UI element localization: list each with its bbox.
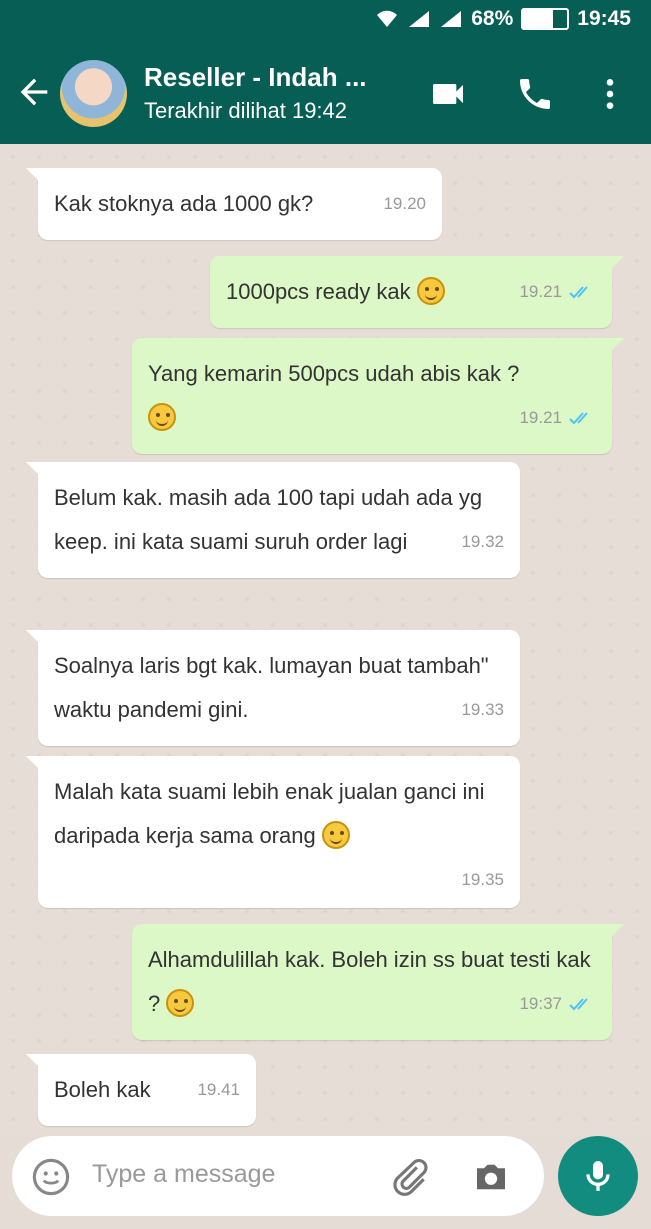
battery-percent: 68% bbox=[471, 7, 514, 30]
battery-fill bbox=[523, 10, 554, 28]
chat-header: Reseller - Indah ... Terakhir dilihat 19… bbox=[0, 42, 651, 144]
avatar[interactable] bbox=[60, 60, 127, 127]
wifi-icon bbox=[377, 10, 398, 28]
outgoing-message[interactable]: 1000pcs ready kak 19.21 bbox=[210, 256, 624, 328]
message-text: Malah kata suami lebih enak jualan ganci… bbox=[54, 779, 485, 848]
message-time: 19:37 bbox=[519, 994, 562, 1013]
message-time: 19.33 bbox=[461, 700, 504, 719]
camera-icon[interactable] bbox=[470, 1156, 512, 1198]
video-call-icon[interactable] bbox=[428, 74, 468, 114]
signal-icon-2 bbox=[441, 11, 462, 27]
incoming-message[interactable]: Belum kak. masih ada 100 tapi udah ada y… bbox=[26, 462, 520, 578]
message-time: 19.21 bbox=[519, 408, 562, 427]
outgoing-message[interactable]: Yang kemarin 500pcs udah abis kak ? 19.2… bbox=[132, 338, 624, 454]
message-meta: 19.35 bbox=[461, 866, 504, 894]
read-ticks-icon bbox=[569, 286, 588, 299]
message-meta: 19.33 bbox=[461, 696, 504, 724]
microphone-icon bbox=[586, 1161, 610, 1191]
smiling-face-emoji-icon bbox=[166, 989, 195, 1017]
message-text: 1000pcs ready kak bbox=[226, 279, 411, 304]
message-time: 19.20 bbox=[383, 194, 426, 213]
last-seen-status: Terakhir dilihat 19:42 bbox=[144, 98, 348, 123]
message-text: Kak stoknya ada 1000 gk? bbox=[54, 191, 314, 216]
attach-icon[interactable] bbox=[388, 1156, 430, 1198]
voice-record-button[interactable] bbox=[558, 1136, 638, 1216]
outgoing-message[interactable]: Alhamdulillah kak. Boleh izin ss buat te… bbox=[132, 924, 624, 1040]
incoming-message[interactable]: Soalnya laris bgt kak. lumayan buat tamb… bbox=[26, 630, 520, 746]
contact-name[interactable]: Reseller - Indah ... bbox=[144, 62, 367, 93]
status-bar: 68% 19:45 bbox=[0, 0, 651, 42]
battery-icon bbox=[521, 8, 570, 30]
back-arrow-icon[interactable] bbox=[14, 72, 54, 112]
message-input[interactable]: Type a message bbox=[92, 1160, 275, 1189]
emoji-icon[interactable] bbox=[30, 1156, 72, 1198]
read-ticks-icon bbox=[569, 998, 588, 1011]
message-meta: 19.21 bbox=[519, 278, 596, 306]
read-ticks-icon bbox=[569, 412, 588, 425]
message-meta: 19.41 bbox=[197, 1076, 240, 1104]
message-meta: 19.32 bbox=[461, 528, 504, 556]
message-composer: Type a message bbox=[12, 1136, 544, 1216]
more-options-icon[interactable] bbox=[590, 74, 630, 114]
message-text: Yang kemarin 500pcs udah abis kak ? bbox=[148, 361, 520, 386]
message-time: 19.32 bbox=[461, 532, 504, 551]
message-text: Boleh kak bbox=[54, 1077, 151, 1102]
message-meta: 19:37 bbox=[519, 990, 596, 1018]
message-list[interactable]: Kak stoknya ada 1000 gk? 19.20 1000pcs r… bbox=[0, 144, 651, 1134]
smiling-face-emoji-icon bbox=[416, 277, 445, 305]
message-meta: 19.20 bbox=[383, 190, 426, 218]
message-time: 19.21 bbox=[519, 282, 562, 301]
smiling-face-emoji-icon bbox=[148, 403, 176, 431]
incoming-message[interactable]: Kak stoknya ada 1000 gk? 19.20 bbox=[26, 168, 442, 240]
status-time: 19:45 bbox=[577, 7, 631, 30]
signal-icon bbox=[409, 11, 430, 27]
grinning-face-emoji-icon bbox=[321, 821, 350, 849]
message-time: 19.41 bbox=[197, 1080, 240, 1099]
message-text: Soalnya laris bgt kak. lumayan buat tamb… bbox=[54, 653, 489, 722]
incoming-message[interactable]: Boleh kak 19.41 bbox=[26, 1054, 256, 1126]
message-time: 19.35 bbox=[461, 870, 504, 889]
incoming-message[interactable]: Malah kata suami lebih enak jualan ganci… bbox=[26, 756, 520, 908]
message-meta: 19.21 bbox=[519, 404, 596, 432]
phone-call-icon[interactable] bbox=[515, 74, 555, 114]
message-text: Belum kak. masih ada 100 tapi udah ada y… bbox=[54, 485, 483, 554]
